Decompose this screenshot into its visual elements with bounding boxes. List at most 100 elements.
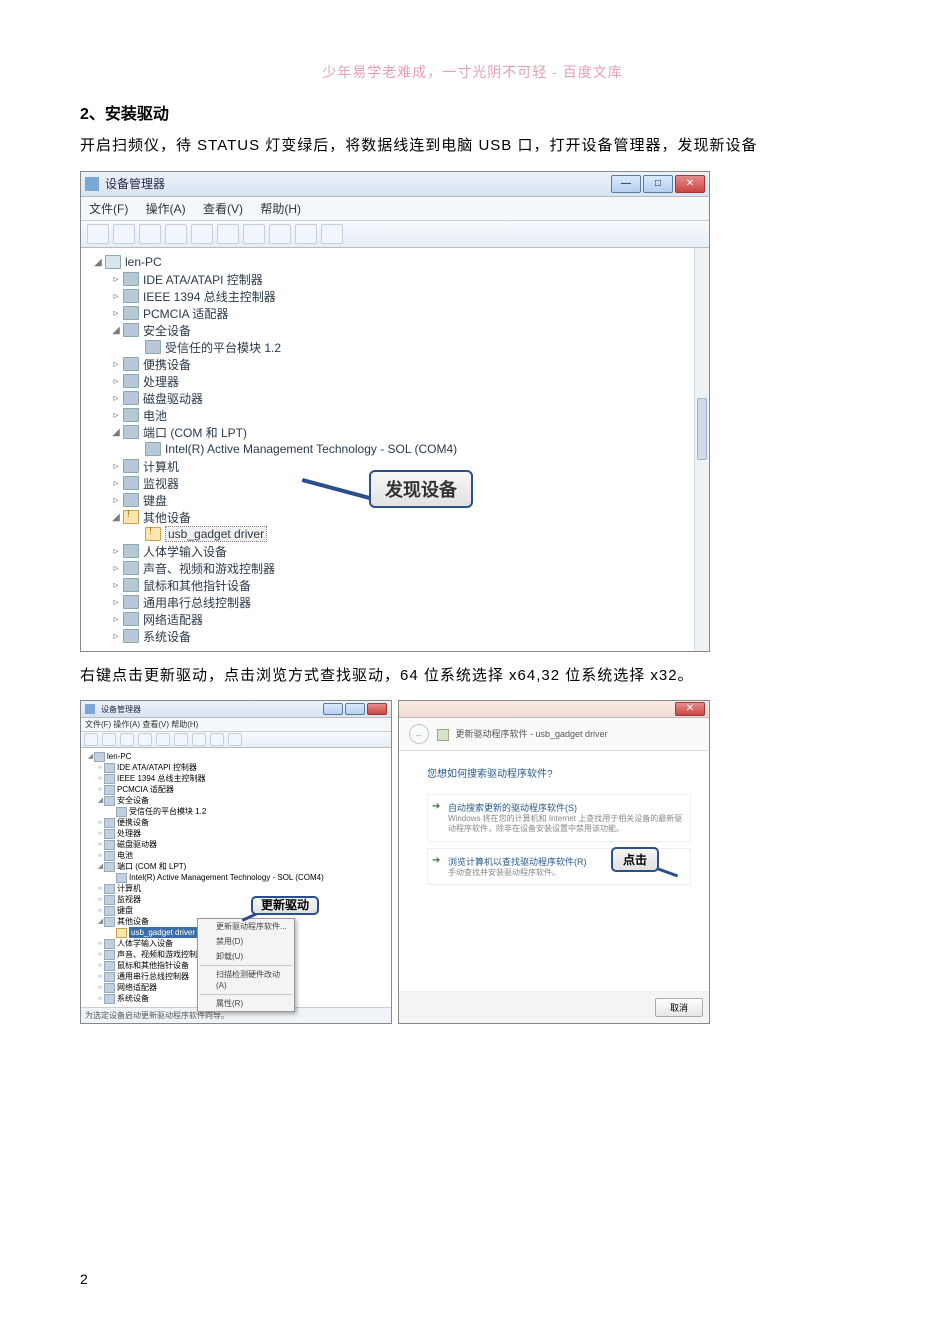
- toolbar-button[interactable]: [192, 733, 206, 746]
- tree-leaf-usb-gadget[interactable]: usb_gadget driver: [129, 927, 197, 938]
- maximize-button[interactable]: □: [643, 175, 673, 193]
- toolbar-button[interactable]: [217, 224, 239, 244]
- toolbar-button[interactable]: [120, 733, 134, 746]
- tree-node[interactable]: 安全设备: [143, 322, 191, 339]
- toolbar-button[interactable]: [210, 733, 224, 746]
- tree-node[interactable]: 人体学输入设备: [117, 938, 173, 949]
- maximize-button[interactable]: [345, 703, 365, 715]
- toolbar-forward-button[interactable]: [113, 224, 135, 244]
- tree-node[interactable]: 系统设备: [143, 628, 191, 645]
- callout-found-device: 发现设备: [301, 470, 473, 508]
- titlebar: 设备管理器 — □ ✕: [81, 172, 709, 197]
- tree-node[interactable]: IDE ATA/ATAPI 控制器: [143, 271, 263, 288]
- tree-node[interactable]: 安全设备: [117, 795, 149, 806]
- tree-node[interactable]: IDE ATA/ATAPI 控制器: [117, 762, 197, 773]
- tree-node[interactable]: 计算机: [117, 883, 141, 894]
- menu-action[interactable]: 操作(A): [146, 202, 186, 216]
- tree-node[interactable]: 便携设备: [143, 356, 191, 373]
- tree-node[interactable]: 端口 (COM 和 LPT): [143, 424, 247, 441]
- tree-node[interactable]: 通用串行总线控制器: [143, 594, 251, 611]
- menu-scan-hardware[interactable]: 扫描检测硬件改动(A): [198, 967, 294, 993]
- toolbar-button[interactable]: [102, 733, 116, 746]
- tree-node[interactable]: 处理器: [143, 373, 179, 390]
- toolbar: [81, 732, 391, 748]
- device-category-icon: [123, 306, 139, 320]
- tree-node[interactable]: IEEE 1394 总线主控制器: [143, 288, 276, 305]
- toolbar-button[interactable]: [269, 224, 291, 244]
- tree-node[interactable]: 监视器: [143, 475, 179, 492]
- option-auto-search[interactable]: ➔ 自动搜索更新的驱动程序软件(S) Windows 将在您的计算机和 Inte…: [427, 794, 691, 842]
- menu-view[interactable]: 查看(V): [203, 202, 243, 216]
- scrollbar[interactable]: [694, 248, 709, 651]
- arrow-icon: ➔: [432, 855, 440, 866]
- minimize-button[interactable]: [323, 703, 343, 715]
- toolbar-button[interactable]: [228, 733, 242, 746]
- tree-node[interactable]: 通用串行总线控制器: [117, 971, 189, 982]
- close-button[interactable]: [367, 703, 387, 715]
- tree-node[interactable]: 声音、视频和游戏控制器: [143, 560, 275, 577]
- tree-node[interactable]: 声音、视频和游戏控制器: [117, 949, 205, 960]
- tree-node[interactable]: 系统设备: [117, 993, 149, 1004]
- close-button[interactable]: ✕: [675, 702, 705, 716]
- tree-node[interactable]: 处理器: [117, 828, 141, 839]
- tree-node[interactable]: 网络适配器: [143, 611, 203, 628]
- device-category-icon: [123, 459, 139, 473]
- toolbar-button[interactable]: [138, 733, 152, 746]
- toolbar-button[interactable]: [139, 224, 161, 244]
- tree-node[interactable]: 网络适配器: [117, 982, 157, 993]
- tree-node[interactable]: 监视器: [117, 894, 141, 905]
- tree-node[interactable]: PCMCIA 适配器: [143, 305, 228, 322]
- toolbar-button[interactable]: [174, 733, 188, 746]
- tree-node[interactable]: 计算机: [143, 458, 179, 475]
- close-button[interactable]: ✕: [675, 175, 705, 193]
- menu-help[interactable]: 帮助(H): [260, 202, 301, 216]
- tree-node[interactable]: 磁盘驱动器: [143, 390, 203, 407]
- tree-leaf-usb-gadget[interactable]: usb_gadget driver: [165, 526, 267, 542]
- menu-properties[interactable]: 属性(R): [198, 996, 294, 1011]
- menu-file[interactable]: 文件(F): [89, 202, 128, 216]
- back-button[interactable]: ←: [409, 724, 429, 744]
- tree-root[interactable]: len-PC: [107, 751, 131, 762]
- menu-disable[interactable]: 禁用(D): [198, 934, 294, 949]
- device-category-icon: [123, 544, 139, 558]
- toolbar-button[interactable]: [243, 224, 265, 244]
- toolbar-back-button[interactable]: [87, 224, 109, 244]
- toolbar-button[interactable]: [156, 733, 170, 746]
- toolbar-button[interactable]: [165, 224, 187, 244]
- toolbar-button[interactable]: [191, 224, 213, 244]
- toolbar-button[interactable]: [84, 733, 98, 746]
- tree-leaf[interactable]: Intel(R) Active Management Technology - …: [165, 442, 457, 456]
- menu-uninstall[interactable]: 卸载(U): [198, 949, 294, 964]
- app-icon: [85, 177, 99, 191]
- tree-node[interactable]: 电池: [143, 407, 167, 424]
- tree-node[interactable]: 其他设备: [117, 916, 149, 927]
- minimize-button[interactable]: —: [611, 175, 641, 193]
- tree-node[interactable]: 电池: [117, 850, 133, 861]
- warning-icon: [145, 527, 161, 541]
- cancel-button[interactable]: 取消: [655, 998, 703, 1017]
- tree-node[interactable]: 键盘: [117, 905, 133, 916]
- tree-node[interactable]: 鼠标和其他指针设备: [117, 960, 189, 971]
- computer-icon: [94, 752, 105, 762]
- tree-node[interactable]: 鼠标和其他指针设备: [143, 577, 251, 594]
- tree-leaf[interactable]: Intel(R) Active Management Technology - …: [129, 872, 324, 883]
- device-category-icon: [123, 391, 139, 405]
- tree-leaf[interactable]: 受信任的平台模块 1.2: [165, 339, 281, 356]
- tree-leaf[interactable]: 受信任的平台模块 1.2: [129, 806, 206, 817]
- device-tree[interactable]: ◢len-PC ▹IDE ATA/ATAPI 控制器 ▹IEEE 1394 总线…: [81, 748, 391, 1007]
- device-category-icon: [123, 595, 139, 609]
- device-category-icon: [123, 629, 139, 643]
- menu-update-driver[interactable]: 更新驱动程序软件...: [198, 919, 294, 934]
- tree-root[interactable]: len-PC: [125, 255, 162, 269]
- device-tree[interactable]: ◢len-PC ▹IDE ATA/ATAPI 控制器 ▹IEEE 1394 总线…: [81, 248, 709, 651]
- tree-node[interactable]: 键盘: [143, 492, 167, 509]
- toolbar-button[interactable]: [321, 224, 343, 244]
- tree-node[interactable]: 便携设备: [117, 817, 149, 828]
- tree-node[interactable]: 磁盘驱动器: [117, 839, 157, 850]
- tree-node[interactable]: PCMCIA 适配器: [117, 784, 174, 795]
- tree-node[interactable]: 端口 (COM 和 LPT): [117, 861, 186, 872]
- tree-node[interactable]: 人体学输入设备: [143, 543, 227, 560]
- tree-node[interactable]: IEEE 1394 总线主控制器: [117, 773, 205, 784]
- toolbar-button[interactable]: [295, 224, 317, 244]
- tree-node-other-devices[interactable]: 其他设备: [143, 509, 191, 526]
